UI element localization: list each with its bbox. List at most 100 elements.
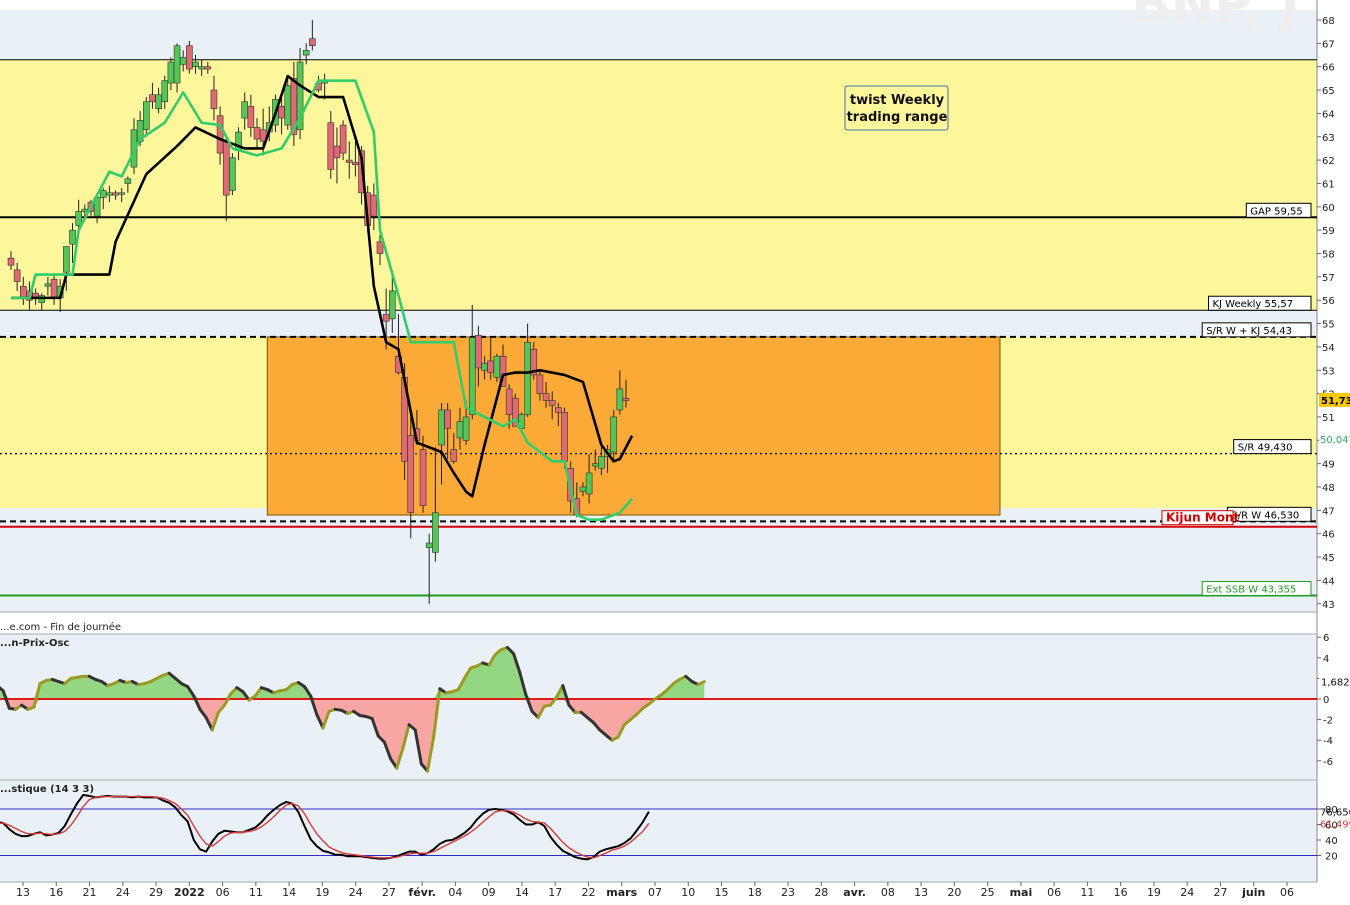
candle-body xyxy=(450,449,458,462)
x-tick-label: 2022 xyxy=(174,886,205,899)
candle-body xyxy=(419,449,427,506)
price-tick-label: 57 xyxy=(1322,273,1335,284)
candle-body xyxy=(198,66,205,70)
price-tick-label: 58 xyxy=(1322,250,1335,261)
x-tick-label: 17 xyxy=(548,886,562,899)
candle-body xyxy=(192,61,199,67)
price-tick-label: 51 xyxy=(1322,413,1335,424)
x-tick-label: 16 xyxy=(1114,886,1128,899)
x-tick-label: 16 xyxy=(49,886,63,899)
price-tick-label: 68 xyxy=(1322,16,1335,27)
x-tick-label: 15 xyxy=(715,886,729,899)
candle-body xyxy=(456,421,464,439)
candle-body xyxy=(204,66,212,70)
x-tick-label: 29 xyxy=(149,886,163,899)
stochastic-tick-label: 40 xyxy=(1325,836,1338,847)
candle-body xyxy=(339,124,347,154)
candle-body xyxy=(561,411,568,462)
candle-body xyxy=(63,246,70,273)
trading-range-box xyxy=(266,336,1001,516)
x-tick-label: 18 xyxy=(748,886,762,899)
x-tick-label: 06 xyxy=(1047,886,1061,899)
candle-body xyxy=(524,341,531,415)
price-tick-label: 55 xyxy=(1322,320,1335,331)
oscillator-tick-label: -6 xyxy=(1323,757,1333,768)
candle-body xyxy=(622,397,630,401)
x-tick-label: 24 xyxy=(349,886,363,899)
price-tick-label: 43 xyxy=(1322,600,1335,611)
candle-body xyxy=(210,89,218,110)
candle-body xyxy=(542,393,550,401)
candle-body xyxy=(13,269,21,282)
candle-body xyxy=(106,192,113,196)
candle-body xyxy=(19,285,27,299)
x-tick-label: 08 xyxy=(881,886,895,899)
candle-body xyxy=(99,190,107,198)
x-tick-label: 06 xyxy=(216,886,230,899)
level-label-2: KJ Weekly 55,57 xyxy=(1213,299,1294,310)
price-tick-label: 61 xyxy=(1322,179,1335,190)
candle-body xyxy=(432,512,439,553)
candle-body xyxy=(284,85,292,126)
candle-body xyxy=(173,45,181,84)
candle-body xyxy=(167,61,175,84)
candle-body xyxy=(462,416,470,441)
annotation-text: twist Weekly xyxy=(850,93,945,108)
level-label-6: Kijun Mont xyxy=(1166,511,1240,525)
candle-body xyxy=(149,94,156,103)
x-tick-label: 06 xyxy=(1280,886,1294,899)
price-tick-label: 64 xyxy=(1322,109,1335,120)
candle-body xyxy=(591,463,599,467)
candle-body xyxy=(468,337,476,415)
oscillator-tick-label: -4 xyxy=(1323,736,1333,747)
oscillator-tick-label: -2 xyxy=(1323,716,1333,727)
candle-body xyxy=(81,208,89,212)
x-tick-label: 27 xyxy=(382,886,396,899)
chart-title-watermark: BNP, J xyxy=(1131,0,1300,35)
candle-body xyxy=(302,50,310,56)
candle-body xyxy=(247,106,255,128)
candle-body xyxy=(555,407,562,413)
x-tick-label: 19 xyxy=(1147,886,1161,899)
candle-body xyxy=(376,241,384,254)
price-tick-label: 63 xyxy=(1322,133,1335,144)
price-tick-label: 60 xyxy=(1322,203,1335,214)
x-tick-label: 09 xyxy=(482,886,496,899)
price-tick-label: 45 xyxy=(1322,553,1335,564)
candle-body xyxy=(155,94,162,110)
price-tick-label: 62 xyxy=(1322,156,1335,167)
candle-body xyxy=(493,355,501,378)
x-tick-label: 14 xyxy=(282,886,296,899)
x-tick-label: 14 xyxy=(515,886,529,899)
x-tick-label: 22 xyxy=(581,886,595,899)
candle-body xyxy=(309,38,316,46)
candle-body xyxy=(481,362,488,371)
x-tick-label: 25 xyxy=(981,886,995,899)
level-label-1: GAP 59,55 xyxy=(1250,206,1302,217)
candle-body xyxy=(333,145,341,159)
yellow-zone-0 xyxy=(0,59,1317,311)
x-tick-label: 27 xyxy=(1213,886,1227,899)
candle-body xyxy=(475,334,482,369)
price-tick-label: 47 xyxy=(1322,506,1335,517)
x-tick-label: 11 xyxy=(249,886,263,899)
price-tick-label: 66 xyxy=(1322,63,1335,74)
chart-stage: BNP, J GAP 59,55 KJ Weekly 55,57 S/R W + KJ… xyxy=(0,0,1350,901)
stochastic-k-last-label: 76,650 xyxy=(1320,808,1350,819)
candle-body xyxy=(548,400,556,406)
x-tick-label: juin xyxy=(1241,886,1265,899)
x-tick-label: 07 xyxy=(648,886,662,899)
x-tick-label: 21 xyxy=(83,886,97,899)
x-tick-label: 10 xyxy=(681,886,695,899)
candle-body xyxy=(112,192,119,196)
oscillator-tick-label: 4 xyxy=(1323,654,1329,665)
stochastic-title: ...stique (14 3 3) xyxy=(0,784,94,795)
price-tick-label: 54 xyxy=(1322,343,1335,354)
x-tick-label: 19 xyxy=(315,886,329,899)
candle-body xyxy=(327,122,335,170)
price-tick-label: 53 xyxy=(1322,366,1335,377)
level-label-4: S/R 49,430 xyxy=(1238,443,1293,454)
candle-body xyxy=(444,409,451,429)
candle-body xyxy=(388,290,396,320)
annotation-text: trading range xyxy=(847,110,948,125)
